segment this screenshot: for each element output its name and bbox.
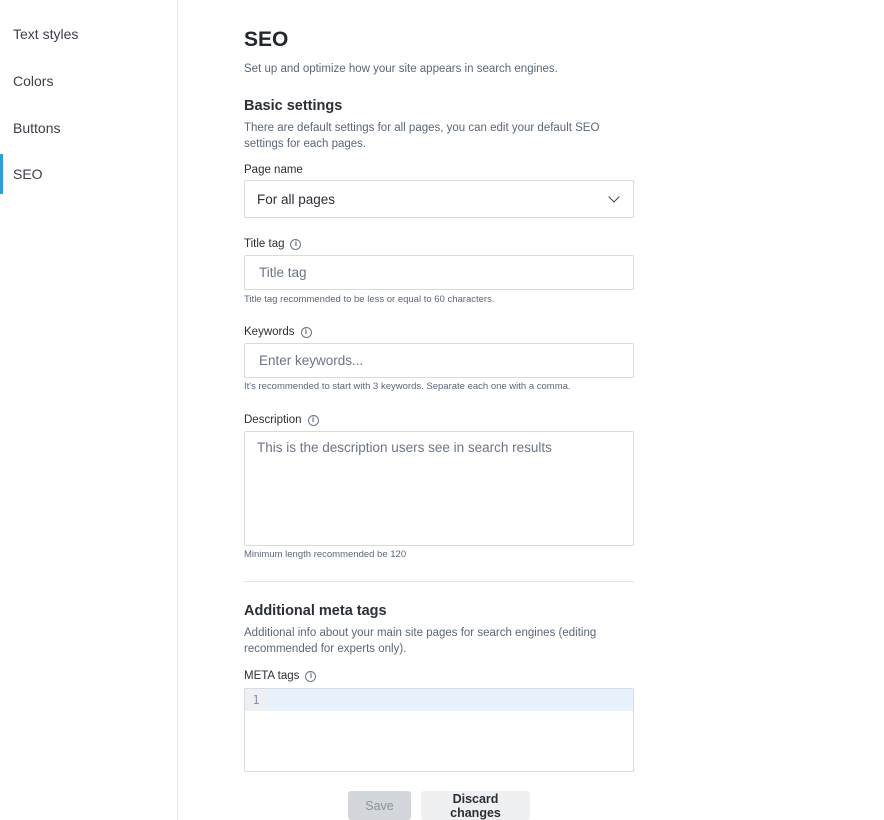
info-icon[interactable]: i xyxy=(305,670,317,682)
additional-meta-description: Additional info about your main site pag… xyxy=(244,627,597,655)
code-line-active: 1 xyxy=(245,689,633,711)
keywords-field xyxy=(244,343,634,378)
page-title: SEO xyxy=(244,28,289,51)
sidebar-item-label: Text styles xyxy=(13,26,79,42)
keywords-label-text: Keywords xyxy=(244,326,295,338)
sidebar: Text styles Colors Buttons SEO xyxy=(0,0,178,820)
additional-meta-heading: Additional meta tags xyxy=(244,603,387,619)
description-label-text: Description xyxy=(244,414,302,426)
sidebar-item-label: SEO xyxy=(13,166,43,182)
keywords-hint: It's recommended to start with 3 keyword… xyxy=(244,381,571,392)
title-tag-field xyxy=(244,255,634,290)
keywords-label: Keywords i xyxy=(244,326,312,338)
description-label: Description i xyxy=(244,414,319,426)
sidebar-item-label: Buttons xyxy=(13,120,61,136)
page-name-value: For all pages xyxy=(257,191,336,207)
description-hint: Minimum length recommended be 120 xyxy=(244,549,407,560)
description-field xyxy=(244,431,634,546)
title-tag-input[interactable] xyxy=(257,264,621,281)
info-icon[interactable]: i xyxy=(290,238,302,250)
sidebar-item-colors[interactable]: Colors xyxy=(0,61,177,101)
page-subtitle: Set up and optimize how your site appear… xyxy=(244,63,558,75)
discard-changes-button[interactable]: Discard changes xyxy=(421,791,530,820)
description-textarea[interactable] xyxy=(257,440,621,537)
meta-tags-label-text: META tags xyxy=(244,670,300,682)
title-tag-hint: Title tag recommended to be less or equa… xyxy=(244,294,495,305)
save-button[interactable]: Save xyxy=(348,791,411,820)
page-name-label: Page name xyxy=(244,164,303,176)
basic-settings-heading: Basic settings xyxy=(244,98,343,114)
title-tag-label: Title tag i xyxy=(244,238,302,250)
basic-settings-description: There are default settings for all pages… xyxy=(244,122,600,150)
page-name-label-text: Page name xyxy=(244,164,303,176)
meta-tags-label: META tags i xyxy=(244,670,317,682)
page-name-select[interactable]: For all pages xyxy=(244,180,634,218)
line-number: 1 xyxy=(245,689,267,711)
sidebar-item-buttons[interactable]: Buttons xyxy=(0,108,177,148)
sidebar-item-text-styles[interactable]: Text styles xyxy=(0,14,177,54)
meta-tags-editor[interactable]: 1 xyxy=(244,688,634,772)
title-tag-label-text: Title tag xyxy=(244,238,285,250)
info-icon[interactable]: i xyxy=(300,326,312,338)
section-divider xyxy=(244,581,634,582)
keywords-input[interactable] xyxy=(257,352,621,369)
sidebar-item-seo[interactable]: SEO xyxy=(0,154,177,194)
chevron-down-icon xyxy=(608,191,620,203)
sidebar-item-label: Colors xyxy=(13,73,54,89)
info-icon[interactable]: i xyxy=(307,414,319,426)
